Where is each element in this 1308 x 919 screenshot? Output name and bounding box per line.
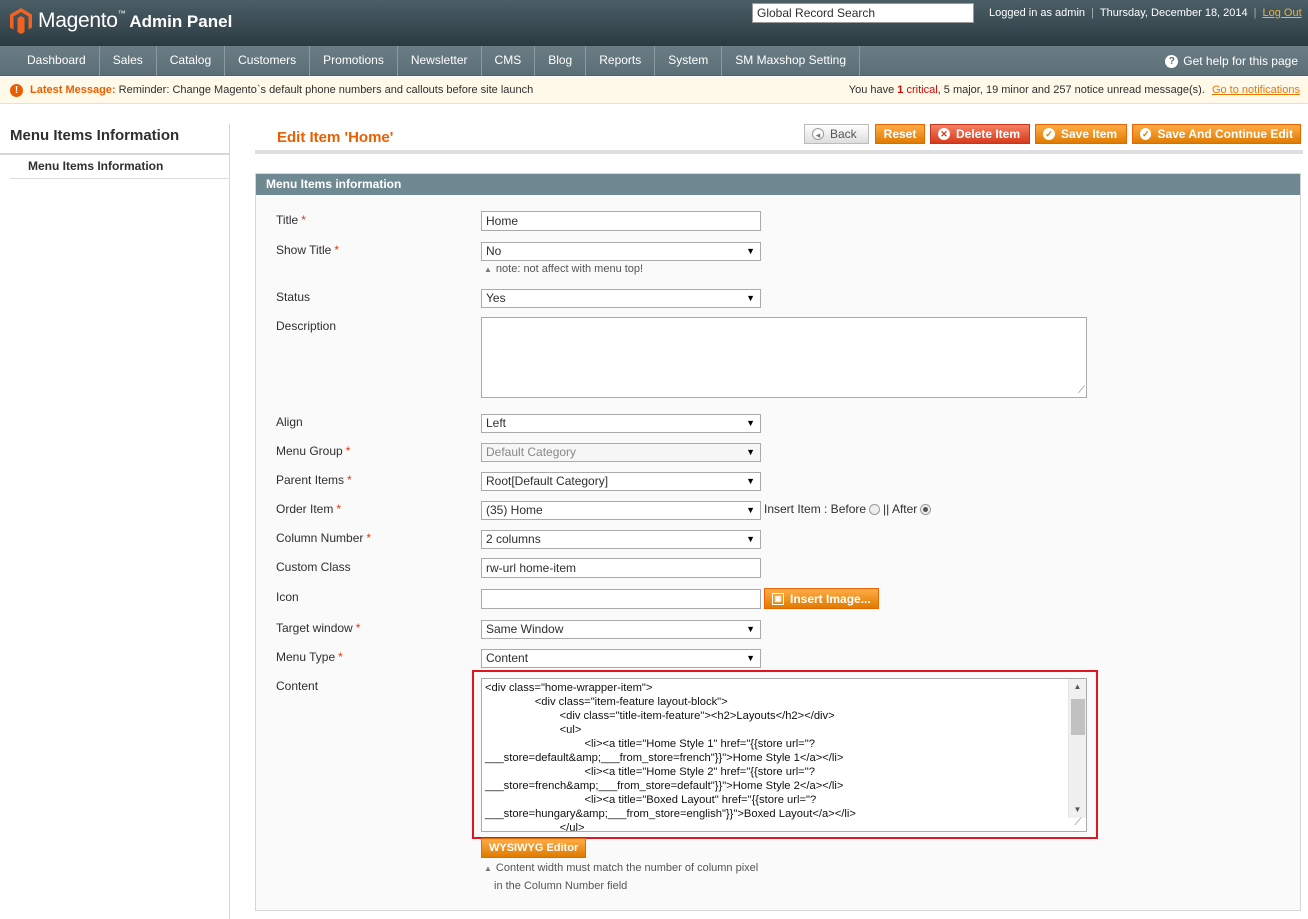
- dropdown-arrow-icon: ▼: [746, 447, 755, 457]
- content-textarea[interactable]: <div class="home-wrapper-item"> <div cla…: [481, 678, 1087, 832]
- triangle-up-icon: ▲: [484, 864, 492, 873]
- order-item-label: Order Item *: [276, 502, 342, 516]
- tab-menu-items-information[interactable]: Menu Items Information: [10, 155, 230, 179]
- message-summary: You have 1 critical, 5 major, 19 minor a…: [848, 84, 1300, 96]
- custom-class-label: Custom Class: [276, 560, 351, 574]
- dropdown-arrow-icon: ▼: [746, 418, 755, 428]
- arrow-left-icon: ◂: [812, 128, 824, 140]
- sidebar: Menu Items Information Menu Items Inform…: [0, 124, 230, 919]
- save-and-continue-button[interactable]: ✓ Save And Continue Edit: [1132, 124, 1301, 144]
- brand-name: Magento: [38, 9, 118, 32]
- brand-suffix: Admin Panel: [129, 12, 233, 31]
- notification-bar: ! Latest Message: Reminder: Change Magen…: [0, 77, 1308, 104]
- nav-customers[interactable]: Customers: [225, 46, 311, 76]
- scroll-up-icon[interactable]: ▲: [1069, 679, 1086, 695]
- logout-link[interactable]: Log Out: [1263, 7, 1302, 19]
- content-scrollbar[interactable]: ▲ ▼: [1068, 679, 1086, 818]
- wysiwyg-editor-button[interactable]: WYSIWYG Editor: [481, 838, 587, 858]
- nav-reports[interactable]: Reports: [586, 46, 656, 76]
- menu-type-label: Menu Type *: [276, 650, 343, 664]
- check-icon: ✓: [1140, 128, 1152, 140]
- column-number-select[interactable]: 2 columns ▼: [481, 530, 761, 549]
- content-note-continued: in the Column Number field: [494, 880, 628, 892]
- warning-icon: !: [10, 84, 23, 97]
- custom-class-input[interactable]: [481, 558, 761, 578]
- nav-cms[interactable]: CMS: [482, 46, 536, 76]
- magento-logo[interactable]: Magento™ Admin Panel: [10, 5, 232, 37]
- icon-label: Icon: [276, 590, 299, 604]
- content-note: ▲ Content width must match the number of …: [484, 862, 759, 874]
- nav-sm-maxshop-setting[interactable]: SM Maxshop Setting: [722, 46, 860, 76]
- latest-message-text: Reminder: Change Magento`s default phone…: [118, 84, 534, 96]
- nav-newsletter[interactable]: Newsletter: [398, 46, 482, 76]
- go-to-notifications-link[interactable]: Go to notifications: [1212, 84, 1300, 96]
- latest-message-label: Latest Message:: [30, 84, 116, 96]
- align-select[interactable]: Left ▼: [481, 414, 761, 433]
- title-label: Title *: [276, 213, 306, 227]
- content-code: <div class="home-wrapper-item"> <div cla…: [485, 682, 856, 832]
- scroll-thumb[interactable]: [1071, 699, 1085, 735]
- dropdown-arrow-icon: ▼: [746, 246, 755, 256]
- check-icon: ✓: [1043, 128, 1055, 140]
- dropdown-arrow-icon: ▼: [746, 293, 755, 303]
- nav-system[interactable]: System: [655, 46, 723, 76]
- insert-position: Insert Item : Before || After: [764, 502, 934, 516]
- help-link[interactable]: ? Get help for this page: [1165, 46, 1298, 76]
- target-window-label: Target window *: [276, 621, 361, 635]
- status-label: Status: [276, 290, 311, 304]
- show-title-note: ▲ note: not affect with menu top!: [484, 263, 644, 275]
- menu-group-select[interactable]: Default Category ▼: [481, 443, 761, 462]
- delete-item-button[interactable]: ✕ Delete Item: [930, 124, 1030, 144]
- order-item-select[interactable]: (35) Home ▼: [481, 501, 761, 520]
- menu-type-select[interactable]: Content ▼: [481, 649, 761, 668]
- show-title-select[interactable]: No ▼: [481, 242, 761, 261]
- menu-group-label: Menu Group *: [276, 444, 351, 458]
- nav-catalog[interactable]: Catalog: [157, 46, 226, 76]
- insert-before-radio[interactable]: [869, 503, 881, 515]
- column-number-label: Column Number *: [276, 531, 372, 545]
- align-label: Align: [276, 415, 303, 429]
- header-links: Logged in as admin | Thursday, December 18…: [989, 7, 1302, 19]
- triangle-up-icon: ▲: [484, 265, 492, 274]
- show-title-label: Show Title *: [276, 243, 340, 257]
- content-label: Content: [276, 679, 319, 693]
- insert-after-radio[interactable]: [920, 503, 932, 515]
- back-button[interactable]: ◂ Back: [804, 124, 869, 144]
- nav-sales[interactable]: Sales: [100, 46, 157, 76]
- status-select[interactable]: Yes ▼: [481, 289, 761, 308]
- help-label: Get help for this page: [1183, 53, 1298, 68]
- reset-button[interactable]: Reset: [875, 124, 925, 144]
- dropdown-arrow-icon: ▼: [746, 624, 755, 634]
- current-date: Thursday, December 18, 2014: [1099, 7, 1248, 19]
- nav-promotions[interactable]: Promotions: [310, 46, 398, 76]
- logged-in-text: Logged in as admin: [989, 7, 1086, 19]
- help-icon: ?: [1165, 54, 1179, 68]
- page-title: Edit Item 'Home': [277, 129, 394, 146]
- resize-handle-icon[interactable]: ⟋: [1071, 816, 1085, 830]
- dropdown-arrow-icon: ▼: [746, 653, 755, 663]
- magento-logo-icon: [10, 8, 32, 34]
- header: Magento™Admin Panel Logged in as admin|T…: [0, 0, 1308, 46]
- dropdown-arrow-icon: ▼: [746, 476, 755, 486]
- title-input[interactable]: [481, 211, 761, 231]
- fieldset-legend: Menu Items information: [256, 174, 1300, 195]
- description-label: Description: [276, 319, 337, 333]
- image-icon: ▣: [772, 592, 784, 605]
- dropdown-arrow-icon: ▼: [746, 534, 755, 544]
- nav-blog[interactable]: Blog: [535, 46, 587, 76]
- nav-dashboard[interactable]: Dashboard: [0, 46, 100, 76]
- target-window-select[interactable]: Same Window ▼: [481, 620, 761, 639]
- parent-items-select[interactable]: Root[Default Category] ▼: [481, 472, 761, 491]
- description-textarea[interactable]: ⟋: [481, 317, 1087, 398]
- global-search-input[interactable]: [752, 3, 974, 23]
- icon-input[interactable]: [481, 589, 761, 609]
- main-nav: Dashboard Sales Catalog Customers Promot…: [0, 46, 1308, 76]
- insert-image-button[interactable]: ▣ Insert Image...: [764, 588, 879, 609]
- sidebar-title: Menu Items Information: [0, 124, 230, 155]
- parent-items-label: Parent Items *: [276, 473, 352, 487]
- resize-handle-icon[interactable]: ⟋: [1078, 385, 1085, 396]
- dropdown-arrow-icon: ▼: [746, 505, 755, 515]
- delete-icon: ✕: [938, 128, 950, 140]
- save-item-button[interactable]: ✓ Save Item: [1035, 124, 1127, 144]
